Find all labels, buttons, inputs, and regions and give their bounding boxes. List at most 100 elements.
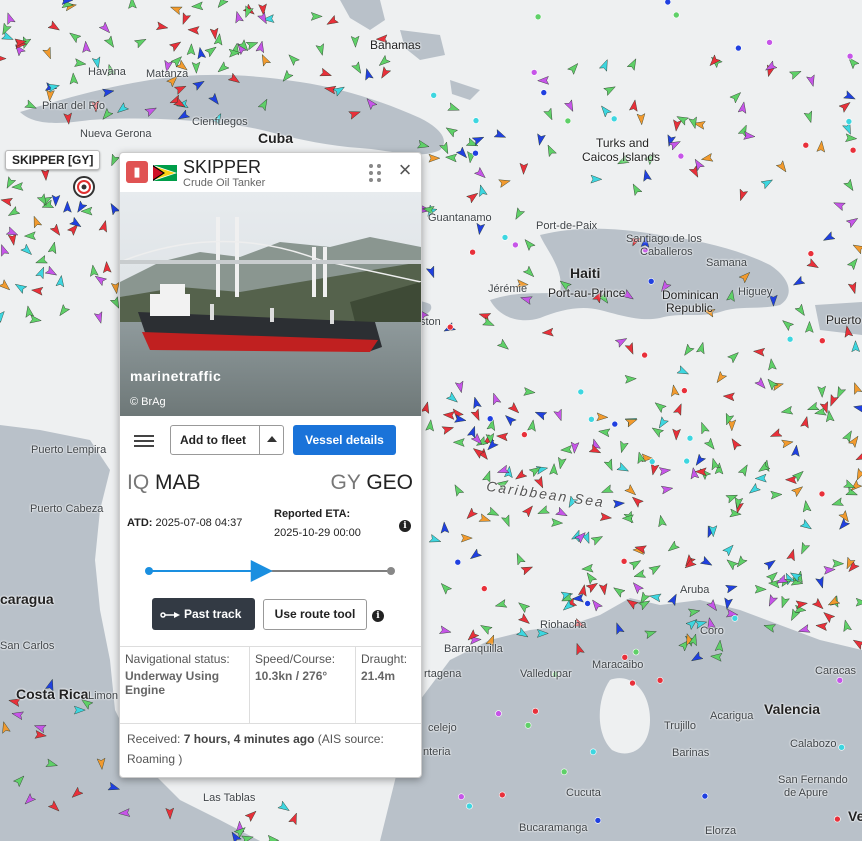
ship-marker-icon[interactable] [468, 548, 483, 562]
ship-marker-icon[interactable] [589, 598, 603, 612]
ship-marker-icon[interactable] [496, 338, 511, 352]
station-dot-icon[interactable] [564, 117, 572, 125]
ship-marker-icon[interactable] [425, 419, 435, 432]
ship-marker-icon[interactable] [845, 215, 860, 229]
ship-marker-icon[interactable] [445, 391, 460, 405]
ship-marker-icon[interactable] [560, 444, 573, 454]
station-dot-icon[interactable] [849, 146, 857, 154]
ship-marker-icon[interactable] [791, 275, 806, 288]
ship-marker-icon[interactable] [20, 243, 35, 257]
station-dot-icon[interactable] [589, 748, 597, 756]
ship-marker-icon[interactable] [767, 579, 781, 589]
ship-marker-icon[interactable] [98, 21, 112, 36]
ship-marker-icon[interactable] [798, 541, 811, 555]
ship-marker-icon[interactable] [845, 133, 858, 143]
ship-marker-icon[interactable] [603, 458, 616, 472]
ship-marker-icon[interactable] [215, 0, 229, 10]
station-dot-icon[interactable] [457, 793, 465, 801]
ship-marker-icon[interactable] [244, 808, 259, 823]
ship-marker-icon[interactable] [669, 384, 680, 397]
ship-marker-icon[interactable] [464, 507, 478, 521]
station-dot-icon[interactable] [648, 458, 656, 465]
ship-marker-icon[interactable] [695, 341, 706, 355]
ship-marker-icon[interactable] [319, 67, 333, 79]
ship-marker-icon[interactable] [815, 575, 827, 589]
ship-marker-icon[interactable] [527, 419, 538, 432]
ship-marker-icon[interactable] [841, 619, 852, 633]
ship-marker-icon[interactable] [624, 416, 638, 428]
ship-marker-icon[interactable] [658, 466, 672, 476]
station-dot-icon[interactable] [647, 277, 655, 285]
close-icon[interactable]: × [395, 159, 415, 181]
ship-marker-icon[interactable] [725, 582, 739, 594]
ship-marker-icon[interactable] [681, 343, 695, 358]
station-dot-icon[interactable] [838, 743, 845, 751]
ship-marker-icon[interactable] [693, 453, 707, 468]
ship-marker-icon[interactable] [503, 412, 517, 427]
ship-marker-icon[interactable] [451, 483, 465, 497]
station-dot-icon[interactable] [735, 44, 742, 52]
ship-marker-icon[interactable] [0, 311, 5, 324]
ship-marker-icon[interactable] [794, 303, 808, 318]
station-dot-icon[interactable] [472, 149, 479, 157]
ship-marker-icon[interactable] [672, 402, 685, 416]
ship-marker-icon[interactable] [128, 0, 137, 9]
ship-marker-icon[interactable] [567, 61, 581, 75]
ship-marker-icon[interactable] [473, 166, 488, 180]
ship-marker-icon[interactable] [624, 342, 637, 356]
ship-marker-icon[interactable] [259, 53, 272, 67]
ship-marker-icon[interactable] [51, 194, 61, 207]
ship-marker-icon[interactable] [470, 408, 483, 422]
ship-marker-icon[interactable] [460, 533, 473, 543]
ship-marker-icon[interactable] [155, 21, 169, 32]
ship-marker-icon[interactable] [556, 456, 567, 470]
ship-marker-icon[interactable] [522, 237, 536, 252]
station-dot-icon[interactable] [521, 431, 528, 438]
station-dot-icon[interactable] [629, 679, 636, 687]
station-dot-icon[interactable] [588, 415, 595, 423]
ship-marker-icon[interactable] [729, 508, 742, 518]
ship-marker-icon[interactable] [0, 279, 12, 293]
ship-marker-icon[interactable] [179, 12, 192, 26]
ship-marker-icon[interactable] [597, 427, 611, 438]
ship-marker-icon[interactable] [760, 176, 774, 190]
station-dot-icon[interactable] [540, 89, 548, 96]
ship-marker-icon[interactable] [191, 1, 204, 11]
ship-marker-icon[interactable] [315, 43, 326, 57]
warning-flag-icon[interactable]: ▮ [126, 161, 148, 183]
ship-marker-icon[interactable] [733, 496, 744, 510]
ship-marker-icon[interactable] [13, 281, 28, 294]
ship-marker-icon[interactable] [93, 311, 105, 325]
ship-marker-icon[interactable] [786, 548, 798, 562]
station-dot-icon[interactable] [836, 676, 844, 684]
ship-marker-icon[interactable] [648, 562, 663, 576]
ship-marker-icon[interactable] [516, 600, 531, 614]
ship-marker-icon[interactable] [512, 207, 526, 221]
ship-marker-icon[interactable] [585, 580, 600, 594]
station-dot-icon[interactable] [672, 11, 680, 19]
ship-marker-icon[interactable] [536, 505, 550, 518]
ship-marker-icon[interactable] [74, 58, 87, 68]
ship-marker-icon[interactable] [649, 592, 662, 603]
ship-marker-icon[interactable] [258, 3, 268, 16]
ship-marker-icon[interactable] [102, 260, 112, 274]
ship-marker-icon[interactable] [482, 317, 496, 330]
ship-marker-icon[interactable] [599, 512, 613, 522]
ship-marker-icon[interactable] [471, 396, 482, 410]
ship-marker-icon[interactable] [215, 61, 230, 75]
station-dot-icon[interactable] [560, 768, 568, 776]
ship-marker-icon[interactable] [191, 61, 201, 74]
ship-marker-icon[interactable] [821, 609, 836, 624]
ship-marker-icon[interactable] [660, 484, 674, 495]
ship-marker-icon[interactable] [551, 518, 564, 528]
station-dot-icon[interactable] [530, 69, 538, 76]
ship-marker-icon[interactable] [775, 160, 789, 175]
ship-marker-icon[interactable] [603, 83, 617, 96]
station-dot-icon[interactable] [681, 387, 688, 394]
ship-marker-icon[interactable] [800, 415, 811, 429]
station-dot-icon[interactable] [472, 117, 480, 124]
ship-marker-icon[interactable] [570, 441, 580, 454]
ship-marker-icon[interactable] [3, 176, 17, 190]
ship-marker-icon[interactable] [486, 506, 500, 519]
ship-marker-icon[interactable] [6, 205, 21, 219]
